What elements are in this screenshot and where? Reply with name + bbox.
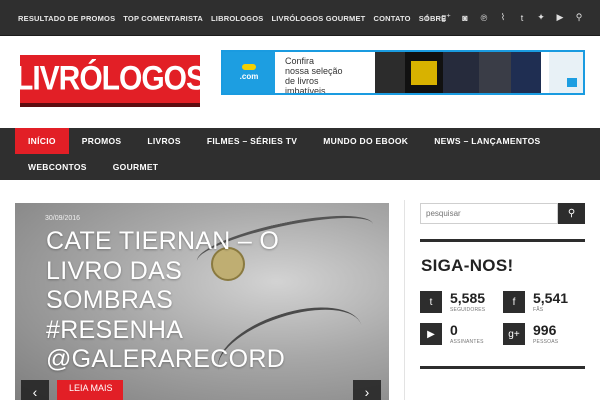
- top-nav: RESULTADO DE PROMOS TOP COMENTARISTA LIB…: [18, 14, 446, 23]
- top-nav-contato[interactable]: CONTATO: [373, 14, 410, 23]
- ad-cart-area: [549, 52, 583, 93]
- ad-brand: .com: [223, 52, 275, 93]
- main-nav: INÍCIO PROMOS LIVROS FILMES – SÉRIES TV …: [0, 128, 600, 180]
- sidebar-rule: [420, 366, 585, 369]
- nav-item-filmes-series-tv[interactable]: FILMES – SÉRIES TV: [194, 128, 310, 154]
- search-button[interactable]: ⚲: [558, 203, 585, 224]
- search-input[interactable]: [420, 203, 558, 224]
- twitter-icon: t: [420, 291, 442, 313]
- nav-item-mundo-do-ebook[interactable]: MUNDO DO EBOOK: [310, 128, 421, 154]
- stat-label: FÃS: [533, 307, 544, 313]
- facebook-icon: f: [503, 291, 525, 313]
- stat-twitter[interactable]: t 5,585 SEGUIDORES: [420, 291, 485, 313]
- youtube-icon[interactable]: ▶: [555, 12, 565, 23]
- stat-google-plus[interactable]: g+ 996 PESSOAS: [503, 323, 558, 345]
- search-icon[interactable]: ⚲: [574, 12, 584, 23]
- stat-label: SEGUIDORES: [450, 307, 486, 313]
- slide-date: 30/09/2016: [45, 215, 81, 222]
- main-nav-row-1: INÍCIO PROMOS LIVROS FILMES – SÉRIES TV …: [15, 128, 554, 154]
- stat-count: 996: [533, 322, 557, 338]
- stat-count: 5,585: [450, 290, 486, 306]
- column-divider: [404, 200, 405, 400]
- stat-label: PESSOAS: [533, 339, 559, 345]
- book-cover: [443, 52, 479, 93]
- rss-icon[interactable]: ⌇: [498, 12, 508, 23]
- book-cover: [479, 52, 511, 93]
- logo-text: LIVRÓLOGOS: [15, 59, 206, 98]
- search-icon: ⚲: [567, 208, 576, 219]
- facebook-icon[interactable]: f: [422, 12, 432, 23]
- tumblr-icon[interactable]: t: [517, 12, 527, 23]
- book-cover: [405, 52, 443, 93]
- ad-line-4: imbatíveis: [285, 86, 326, 95]
- google-plus-icon[interactable]: g⁺: [441, 12, 451, 23]
- ad-line-2: nossa seleção: [285, 66, 343, 76]
- nav-item-promos[interactable]: PROMOS: [69, 128, 135, 154]
- ad-banner[interactable]: .com Confira nossa seleção de livros imb…: [221, 50, 585, 95]
- stat-youtube[interactable]: ▶ 0 ASSINANTES: [420, 323, 484, 345]
- ad-line-1: Confira: [285, 56, 315, 66]
- nav-item-inicio[interactable]: INÍCIO: [15, 128, 69, 154]
- stat-count: 0: [450, 322, 458, 338]
- ad-text: Confira nossa seleção de livros imbatíve…: [275, 52, 375, 93]
- ad-line-3: de livros: [285, 76, 319, 86]
- submarine-icon: [242, 64, 256, 70]
- book-cover: [511, 52, 541, 93]
- nav-item-gourmet[interactable]: GOURMET: [100, 154, 172, 180]
- social-links: f g⁺ ◙ ℗ ⌇ t ✦ ▶ ⚲: [422, 12, 584, 23]
- stat-label: ASSINANTES: [450, 339, 484, 345]
- sidebar-rule: [420, 239, 585, 242]
- stat-count: 5,541: [533, 290, 569, 306]
- pinterest-icon[interactable]: ℗: [479, 12, 489, 23]
- google-plus-icon: g+: [503, 323, 525, 345]
- instagram-icon[interactable]: ◙: [460, 12, 470, 23]
- slider-prev-icon[interactable]: ‹: [21, 380, 49, 400]
- stat-facebook[interactable]: f 5,541 FÃS: [503, 291, 568, 313]
- top-nav-resultado-de-promos[interactable]: RESULTADO DE PROMOS: [18, 14, 115, 23]
- top-nav-top-comentarista[interactable]: TOP COMENTARISTA: [123, 14, 203, 23]
- cart-icon: [567, 78, 577, 87]
- slider-next-icon[interactable]: ›: [353, 380, 381, 400]
- ad-brand-text: .com: [239, 72, 259, 81]
- follow-heading: SIGA-NOS!: [421, 256, 514, 275]
- top-bar: RESULTADO DE PROMOS TOP COMENTARISTA LIB…: [0, 0, 600, 36]
- main-nav-row-2: WEBCONTOS GOURMET: [15, 154, 171, 180]
- nav-item-livros[interactable]: LIVROS: [134, 128, 193, 154]
- book-cover: [375, 52, 405, 93]
- read-more-button[interactable]: LEIA MAIS: [57, 380, 123, 400]
- ad-book-covers: [375, 52, 549, 93]
- top-nav-librologos[interactable]: LIBROLOGOS: [211, 14, 263, 23]
- site-header: LIVRÓLOGOS .com Confira nossa seleção de…: [0, 36, 600, 128]
- youtube-icon: ▶: [420, 323, 442, 345]
- nav-item-webcontos[interactable]: WEBCONTOS: [15, 154, 100, 180]
- top-nav-livrologos-gourmet[interactable]: LIVRÓLOGOS GOURMET: [271, 14, 365, 23]
- site-logo[interactable]: LIVRÓLOGOS: [15, 55, 206, 107]
- featured-slider[interactable]: 30/09/2016 CATE TIERNAN – O LIVRO DAS SO…: [15, 203, 389, 400]
- slide-title[interactable]: CATE TIERNAN – O LIVRO DAS SOMBRAS #RESE…: [46, 227, 306, 375]
- nav-item-news-lancamentos[interactable]: NEWS – LANÇAMENTOS: [421, 128, 553, 154]
- twitter-icon[interactable]: ✦: [536, 12, 546, 23]
